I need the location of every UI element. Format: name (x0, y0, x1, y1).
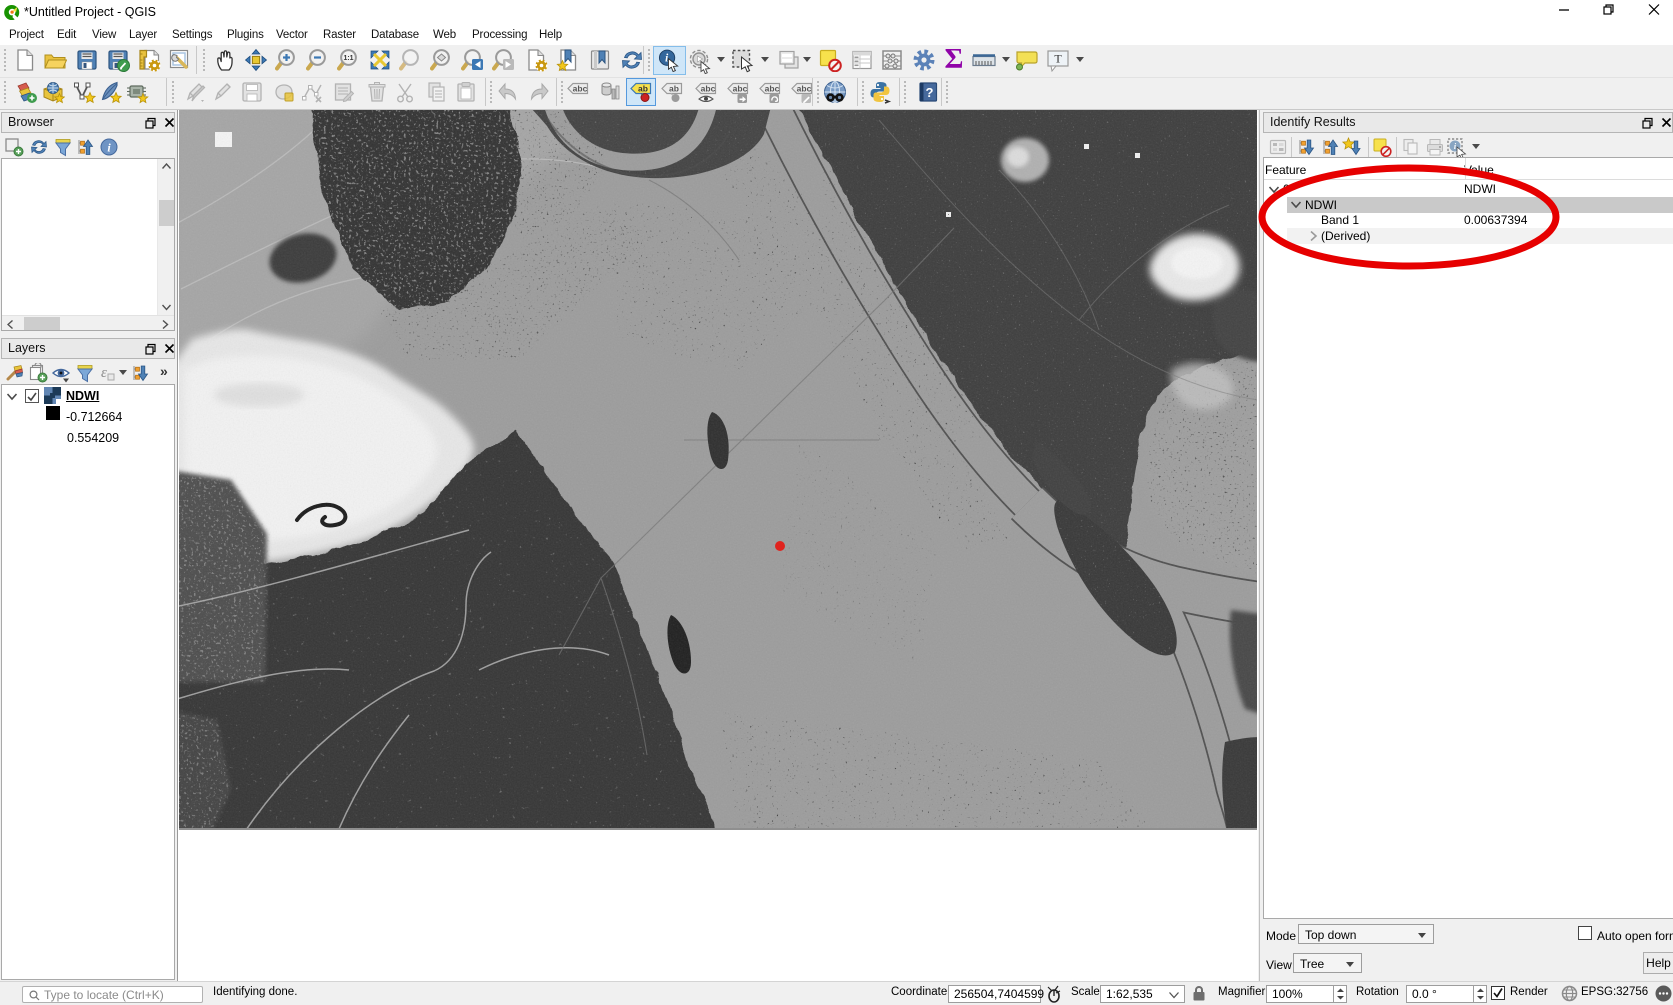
svg-text:1:1: 1:1 (343, 55, 353, 62)
svg-text:?: ? (926, 85, 934, 100)
svg-text:abc: abc (797, 84, 812, 94)
svg-text:abc: abc (765, 84, 780, 94)
svg-text:ε: ε (101, 365, 107, 381)
svg-text:ab: ab (669, 84, 679, 94)
svg-text:T: T (1054, 52, 1062, 66)
svg-text:ab: ab (638, 84, 648, 94)
svg-text:abc: abc (733, 84, 748, 94)
svg-text:abc: abc (573, 84, 588, 94)
svg-text:abc: abc (701, 84, 716, 94)
